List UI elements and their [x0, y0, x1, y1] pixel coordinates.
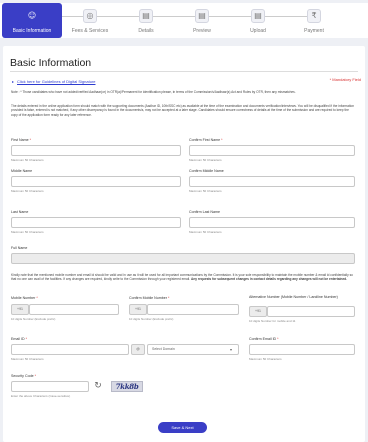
- confirm-first-name-hint: Maximum 50 Characters: [189, 158, 222, 162]
- confirm-email-label: Confirm Email ID *: [249, 337, 279, 341]
- step-label: Details: [138, 28, 154, 34]
- confirm-middle-name-hint: Maximum 50 Characters: [189, 189, 222, 193]
- first-name-hint: Maximum 50 Characters: [11, 158, 44, 162]
- middle-name-label: Middle Name: [11, 169, 33, 173]
- refresh-icon[interactable]: ↻: [93, 381, 103, 391]
- aadhaar-note: Note : * Those candidates who have not a…: [11, 90, 296, 94]
- mobile-number-input[interactable]: [29, 304, 119, 315]
- confirm-mobile-number-label: Confirm Mobile Number *: [129, 296, 170, 300]
- security-code-hint: Enter the above Characters (Case-sensiti…: [11, 394, 71, 398]
- save-next-button[interactable]: Save & Next: [158, 422, 207, 433]
- rupee-icon: ₹: [307, 9, 321, 23]
- security-code-label: Security Code *: [11, 374, 36, 378]
- mobile-number-label: Mobile Number *: [11, 296, 38, 300]
- email-id-input[interactable]: [11, 344, 129, 355]
- step-label: Fees & Services: [71, 28, 109, 34]
- security-code-input[interactable]: [11, 381, 89, 392]
- full-name-label: Full Name: [11, 246, 28, 250]
- step-fees-services[interactable]: ◎ Fees & Services: [60, 3, 120, 38]
- progress-stepper: ☺ Basic Information ◎ Fees & Services ▤ …: [0, 3, 368, 38]
- step-label: Upload: [250, 28, 266, 34]
- mobile-prefix: +91: [11, 304, 29, 315]
- confirm-middle-name-label: Confirm Middle Name: [189, 169, 224, 173]
- digital-signature-guidelines-link[interactable]: Click here for Guidelines of Digital Sig…: [12, 79, 95, 84]
- confirm-first-name-label: Confirm First Name *: [189, 138, 223, 142]
- last-name-hint: Maximum 50 Characters: [11, 230, 44, 234]
- page-title: Basic Information: [10, 57, 92, 69]
- captcha-image: 7kk8b: [111, 381, 143, 392]
- alternative-number-hint: 10 digits Number for mobile and 11: [249, 319, 296, 323]
- confirm-mobile-number-hint: 10 digits Number (Exclude prefix): [129, 317, 174, 321]
- title-divider: [10, 71, 358, 72]
- confirm-email-input[interactable]: [249, 344, 355, 355]
- alternative-number-label: Alternative Number (Mobile Number / Land…: [249, 295, 338, 299]
- email-hint: Maximum 50 Characters: [11, 357, 44, 361]
- chevron-down-icon: ▾: [229, 347, 232, 352]
- mandatory-field-note: * Mandatory Field: [329, 77, 361, 82]
- step-payment[interactable]: ₹ Payment: [284, 3, 344, 38]
- email-at-sign: @: [131, 344, 145, 355]
- confirm-first-name-input[interactable]: [189, 145, 355, 156]
- step-basic-information[interactable]: ☺ Basic Information: [2, 3, 62, 38]
- user-icon: ☺: [25, 9, 39, 23]
- details-note: The details entered in the online applic…: [11, 104, 355, 117]
- step-details[interactable]: ▤ Details: [116, 3, 176, 38]
- middle-name-input[interactable]: [11, 176, 181, 187]
- step-label: Payment: [304, 28, 324, 34]
- mobile-number-hint: 10 digits Number (Exclude prefix): [11, 317, 56, 321]
- step-label: Basic Information: [12, 28, 52, 34]
- last-name-input[interactable]: [11, 217, 181, 228]
- first-name-label: First Name *: [11, 138, 31, 142]
- alternative-prefix: +91: [249, 306, 267, 317]
- email-id-label: Email ID *: [11, 337, 27, 341]
- document-icon: ▤: [195, 9, 209, 23]
- alternative-number-input[interactable]: [267, 306, 355, 317]
- globe-icon: ◎: [83, 9, 97, 23]
- confirm-last-name-hint: Maximum 50 Characters: [189, 230, 222, 234]
- first-name-input[interactable]: [11, 145, 181, 156]
- step-upload[interactable]: ▤ Upload: [228, 3, 288, 38]
- document-icon: ▤: [251, 9, 265, 23]
- full-name-input: [11, 253, 355, 264]
- basic-information-card: Basic Information Click here for Guideli…: [3, 46, 365, 442]
- confirm-last-name-label: Confirm Last Name: [189, 210, 220, 214]
- middle-name-hint: Maximum 50 Characters: [11, 189, 44, 193]
- confirm-last-name-input[interactable]: [189, 217, 355, 228]
- step-preview[interactable]: ▤ Preview: [172, 3, 232, 38]
- last-name-label: Last Name: [11, 210, 29, 214]
- confirm-middle-name-input[interactable]: [189, 176, 355, 187]
- confirm-mobile-number-input[interactable]: [147, 304, 239, 315]
- confirm-email-hint: Maximum 50 Characters: [249, 357, 282, 361]
- document-icon: ▤: [139, 9, 153, 23]
- confirm-mobile-prefix: +91: [129, 304, 147, 315]
- email-domain-select[interactable]: Select Domain ▾: [147, 344, 239, 355]
- step-label: Preview: [193, 28, 211, 34]
- contact-note: Kindly note that the mentioned mobile nu…: [11, 273, 353, 282]
